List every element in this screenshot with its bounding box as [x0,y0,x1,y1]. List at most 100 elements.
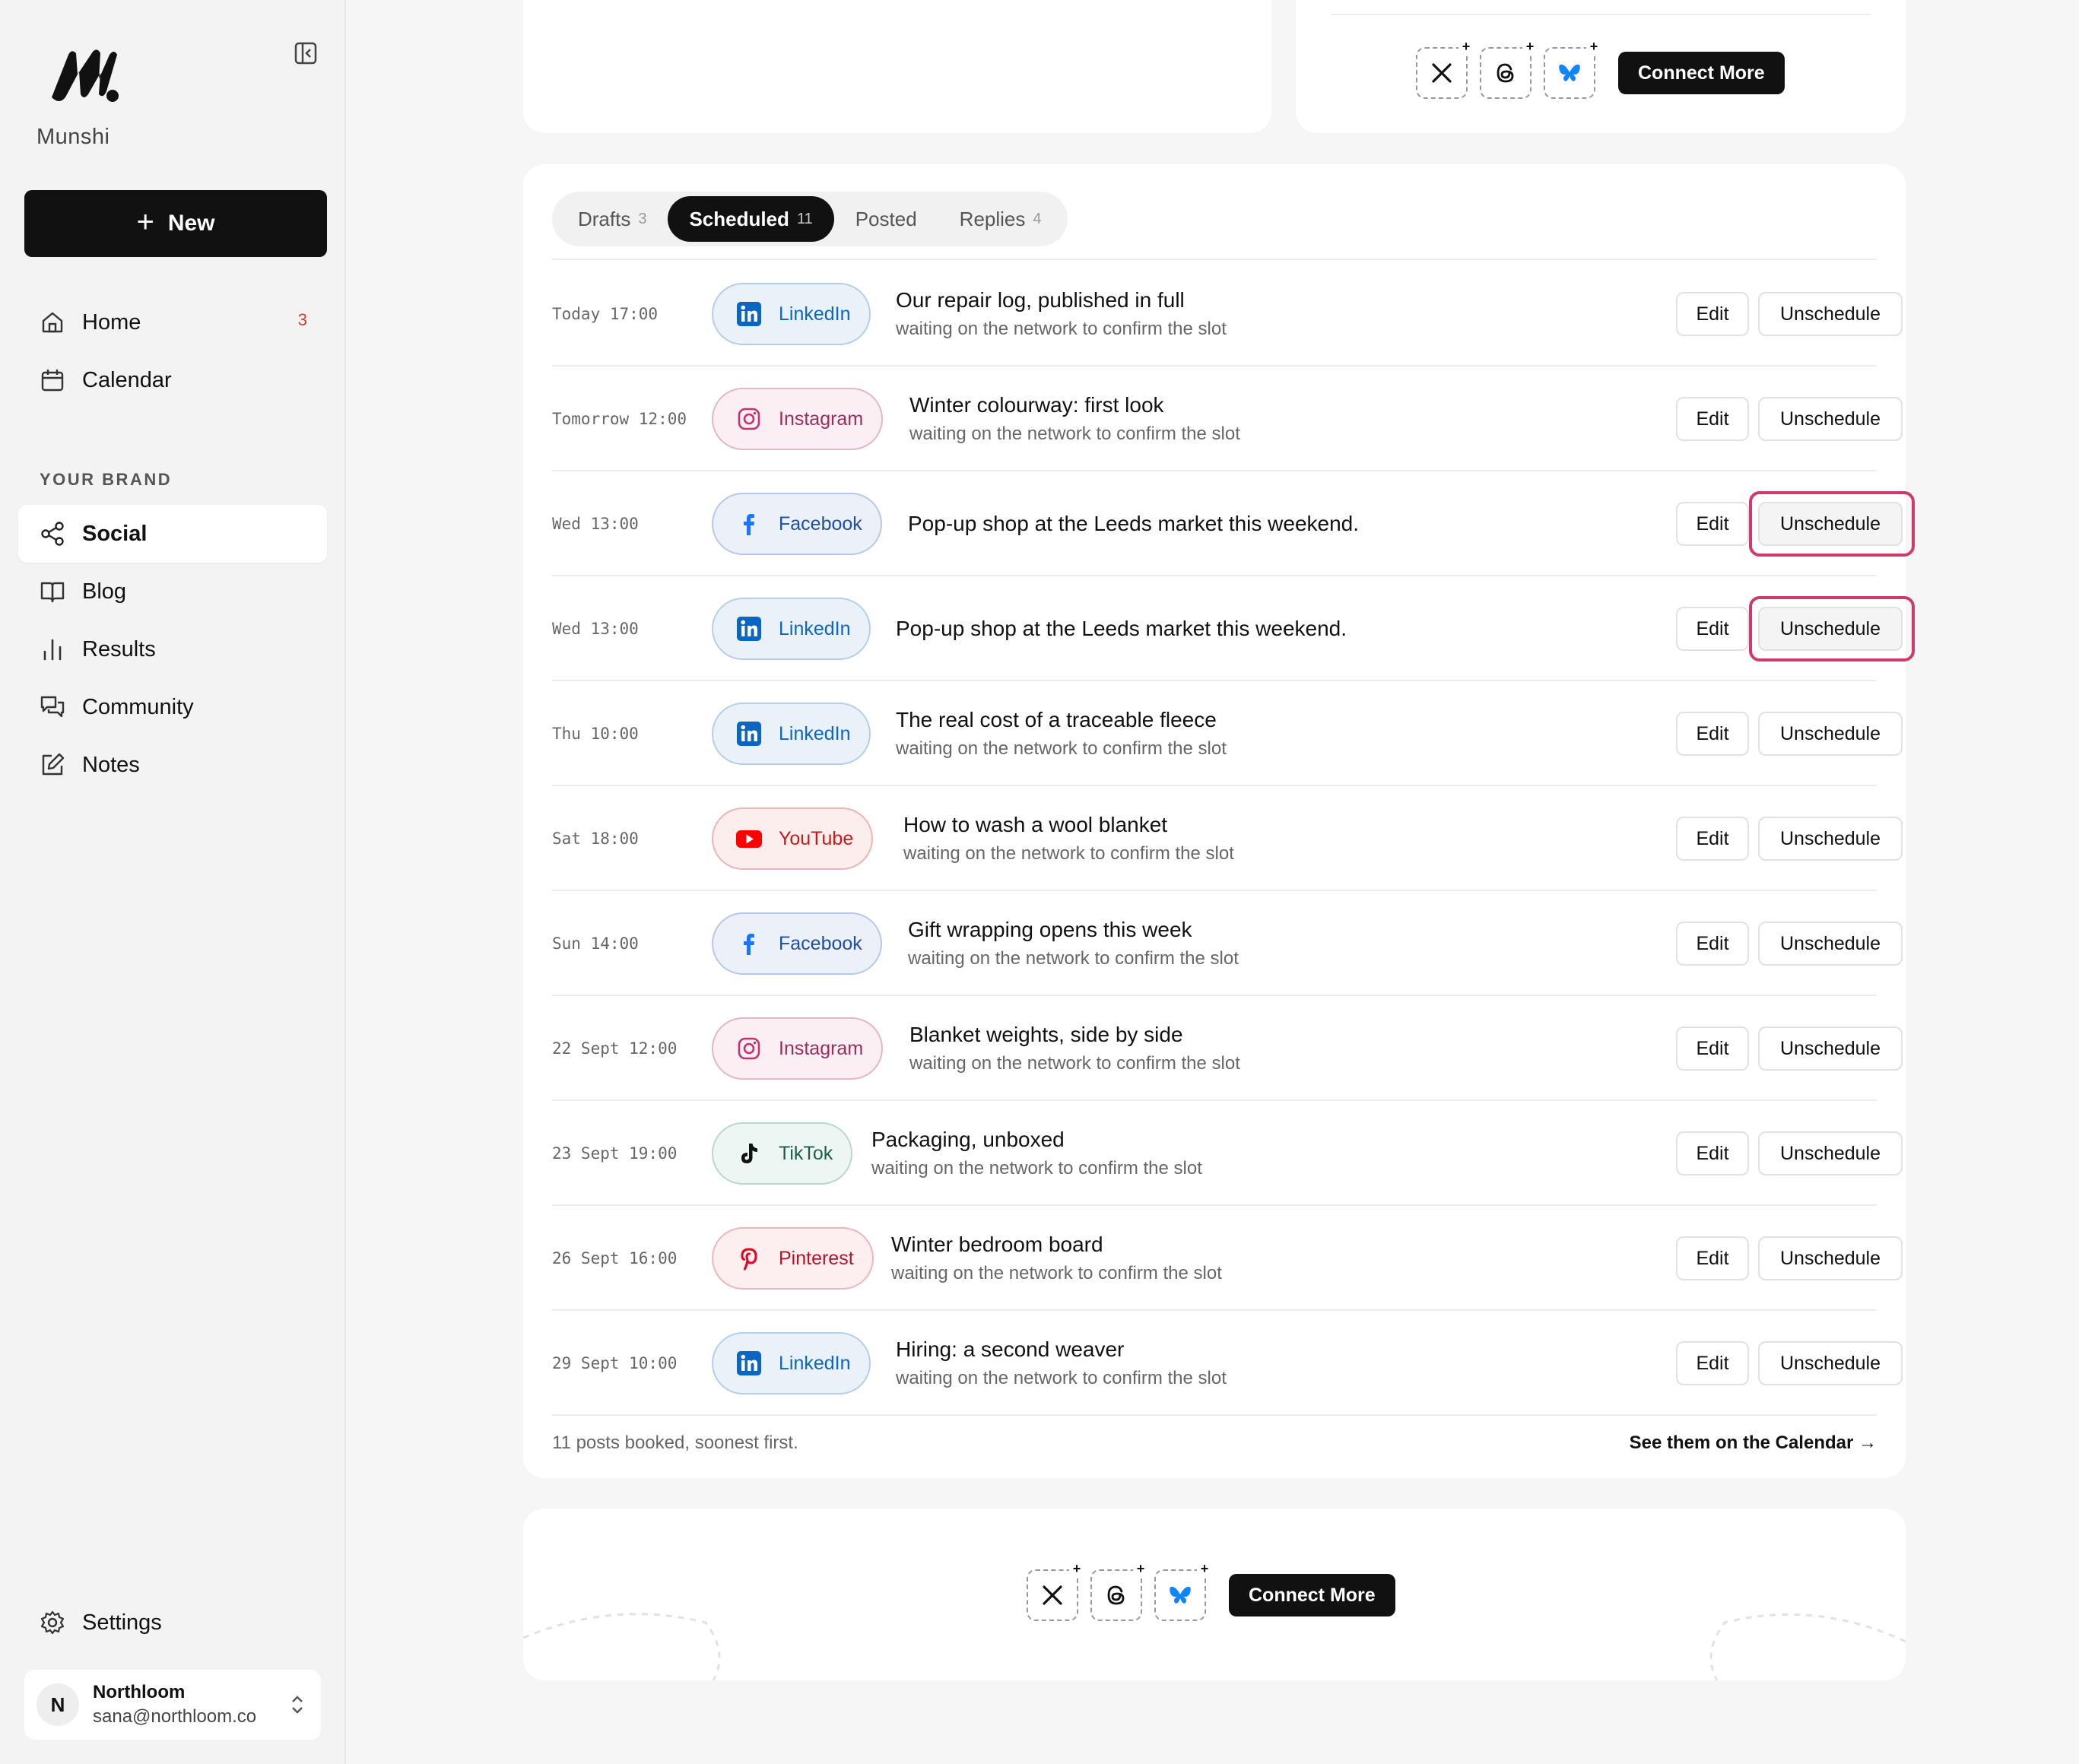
post-content[interactable]: Pop-up shop at the Leeds market this wee… [908,471,1359,576]
unschedule-button[interactable]: Unschedule [1758,502,1903,546]
edit-button[interactable]: Edit [1676,817,1749,861]
edit-button[interactable]: Edit [1676,1131,1749,1175]
tiktok-icon [741,1144,757,1163]
sidebar-item-community[interactable]: Community [18,678,327,736]
unschedule-button[interactable]: Unschedule [1758,817,1903,861]
tab-drafts[interactable]: Drafts 3 [557,196,668,242]
post-content[interactable]: Pop-up shop at the Leeds market this wee… [896,576,1347,681]
edit-button[interactable]: Edit [1676,712,1749,756]
connect-row: + + + Connect More [1027,1562,1395,1621]
connect-more-button[interactable]: Connect More [1229,1574,1395,1616]
edit-button[interactable]: Edit [1676,1236,1749,1280]
sidebar-item-home[interactable]: Home 3 [18,293,327,351]
divider [1331,14,1871,15]
top-left-card [523,0,1271,133]
sidebar-item-settings[interactable]: Settings [18,1594,327,1651]
connect-x-button[interactable]: + [1027,1562,1084,1621]
connect-card-top: + + + Connect More [1296,0,1906,133]
table-row: 23 Sept 19:00 TikTok Packaging, unboxed wai… [552,1101,1903,1206]
post-content[interactable]: The real cost of a traceable fleece waiti… [896,681,1227,786]
edit-button[interactable]: Edit [1676,607,1749,651]
table-row: 22 Sept 12:00 Instagram Blanket weights, s… [552,996,1903,1101]
tab-replies[interactable]: Replies 4 [938,196,1063,242]
connect-more-button[interactable]: Connect More [1618,52,1785,94]
sidebar-item-label: Social [82,521,148,546]
new-button[interactable]: + New [24,190,327,257]
unschedule-button[interactable]: Unschedule [1758,712,1903,756]
table-row: Wed 13:00 LinkedIn Pop-up shop at the Leed… [552,576,1915,681]
post-status: waiting on the network to confirm the sl… [896,1368,1227,1388]
unschedule-button[interactable]: Unschedule [1758,607,1903,651]
connect-bluesky-button[interactable]: + [1154,1562,1212,1621]
edit-button[interactable]: Edit [1676,1026,1749,1071]
unschedule-button[interactable]: Unschedule [1758,1236,1903,1280]
sidebar-item-results[interactable]: Results [18,620,327,678]
tab-posted[interactable]: Posted [834,196,938,242]
post-content[interactable]: Winter colourway: first look waiting on t… [909,366,1240,471]
brand-name: Munshi [37,125,110,149]
home-badge: 3 [297,310,307,329]
connect-x-button[interactable]: + [1416,40,1474,99]
edit-button[interactable]: Edit [1676,502,1749,546]
post-title: Winter colourway: first look [909,393,1164,417]
post-status: waiting on the network to confirm the sl… [909,1053,1240,1074]
post-content[interactable]: Hiring: a second weaver waiting on the ne… [896,1311,1227,1416]
sidebar-item-blog[interactable]: Blog [18,563,327,620]
table-row: Sun 14:00 Facebook Gift wrapping opens thi… [552,891,1903,996]
post-time: Today 17:00 [552,305,659,323]
network-chip[interactable]: LinkedIn [712,598,871,660]
network-chip[interactable]: LinkedIn [712,283,871,345]
unschedule-button[interactable]: Unschedule [1758,922,1903,966]
edit-button[interactable]: Edit [1676,922,1749,966]
sidebar-item-notes[interactable]: Notes [18,736,327,794]
network-chip[interactable]: LinkedIn [712,1332,871,1394]
post-content[interactable]: Our repair log, published in full waiting… [896,262,1227,366]
sidebar-item-label: Results [82,636,156,662]
calendar-link[interactable]: See them on the Calendar → [1630,1432,1877,1454]
tab-label: Replies [959,207,1026,230]
connect-threads-button[interactable]: + [1480,40,1538,99]
network-label: Instagram [779,1037,864,1059]
network-chip[interactable]: Instagram [712,388,884,450]
table-row: Tomorrow 12:00 Instagram Winter colourway:… [552,366,1903,471]
network-chip[interactable]: Facebook [712,912,882,975]
sidebar-item-label: Home [82,309,141,335]
network-chip[interactable]: TikTok [712,1122,853,1185]
sidebar-item-calendar[interactable]: Calendar [18,351,327,409]
post-content[interactable]: Blanket weights, side by side waiting on … [909,996,1240,1101]
post-title: Gift wrapping opens this week [908,918,1192,941]
network-chip[interactable]: Facebook [712,493,882,555]
unschedule-button[interactable]: Unschedule [1758,1026,1903,1071]
plus-icon: + [1069,1562,1084,1577]
edit-button[interactable]: Edit [1676,1341,1749,1385]
sidebar-item-social[interactable]: Social [18,505,327,563]
collapse-sidebar-icon[interactable] [292,40,319,67]
instagram-icon [738,408,760,430]
unschedule-button[interactable]: Unschedule [1758,397,1903,441]
post-content[interactable]: Gift wrapping opens this week waiting on … [908,891,1239,996]
network-chip[interactable]: LinkedIn [712,703,871,765]
munshi-logo[interactable] [46,44,122,105]
unschedule-button[interactable]: Unschedule [1758,1341,1903,1385]
edit-button[interactable]: Edit [1676,292,1749,336]
post-time: 29 Sept 10:00 [552,1354,678,1372]
post-content[interactable]: Packaging, unboxed waiting on the network… [871,1101,1202,1206]
edit-button[interactable]: Edit [1676,397,1749,441]
tab-scheduled[interactable]: Scheduled 11 [668,196,834,242]
threads-icon [1107,1585,1125,1605]
network-chip[interactable]: YouTube [712,807,874,870]
unschedule-button[interactable]: Unschedule [1758,1131,1903,1175]
linkedin-icon [737,1351,761,1375]
account-switcher[interactable]: N Northloom sana@northloom.co [24,1670,321,1740]
network-chip[interactable]: Pinterest [712,1227,874,1290]
connect-bluesky-button[interactable]: + [1544,40,1601,99]
unschedule-button[interactable]: Unschedule [1758,292,1903,336]
connect-threads-button[interactable]: + [1090,1562,1148,1621]
post-content[interactable]: Winter bedroom board waiting on the netwo… [891,1206,1222,1311]
table-row: Thu 10:00 LinkedIn The real cost of a trac… [552,681,1903,786]
user-email: sana@northloom.co [93,1706,257,1727]
post-content[interactable]: How to wash a wool blanket waiting on the… [903,786,1234,891]
network-label: YouTube [779,827,854,849]
post-status: waiting on the network to confirm the sl… [871,1158,1202,1179]
network-chip[interactable]: Instagram [712,1017,884,1080]
